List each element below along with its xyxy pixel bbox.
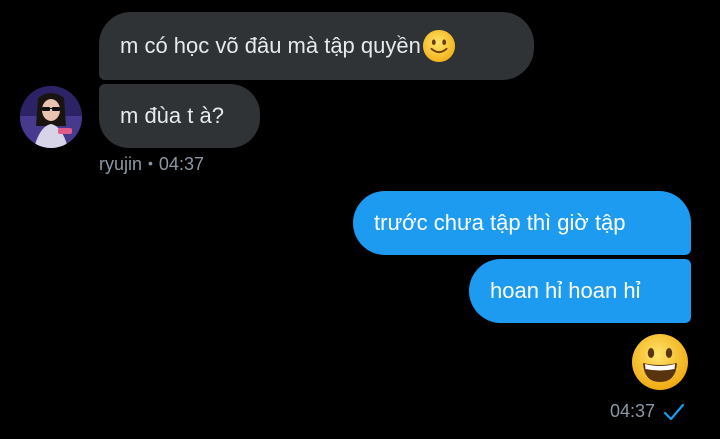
received-message-text: m đùa t à? bbox=[120, 103, 224, 128]
meta-separator: • bbox=[148, 155, 153, 171]
sent-message-text: trước chưa tập thì giờ tập bbox=[374, 210, 626, 235]
received-message-bubble[interactable]: m có học võ đâu mà tập quyền bbox=[99, 12, 534, 80]
received-message-text: m có học võ đâu mà tập quyền bbox=[120, 33, 421, 58]
avatar-image bbox=[20, 86, 82, 148]
slightly-smiling-face-icon bbox=[422, 29, 455, 63]
read-checkmark-icon bbox=[663, 403, 685, 420]
avatar[interactable] bbox=[20, 86, 82, 148]
received-timestamp: 04:37 bbox=[158, 154, 204, 174]
received-message-bubble[interactable]: m đùa t à? bbox=[99, 84, 260, 148]
sent-message-meta: 04:37 bbox=[610, 401, 685, 422]
sent-timestamp: 04:37 bbox=[610, 401, 656, 421]
sender-name[interactable]: ryujin bbox=[99, 154, 142, 174]
grinning-face-icon[interactable] bbox=[630, 332, 690, 392]
received-message-meta: ryujin • 04:37 bbox=[99, 154, 204, 175]
sent-message-bubble[interactable]: hoan hỉ hoan hỉ bbox=[469, 259, 691, 323]
sent-message-text: hoan hỉ hoan hỉ bbox=[490, 278, 641, 303]
sent-message-bubble[interactable]: trước chưa tập thì giờ tập bbox=[353, 191, 691, 255]
